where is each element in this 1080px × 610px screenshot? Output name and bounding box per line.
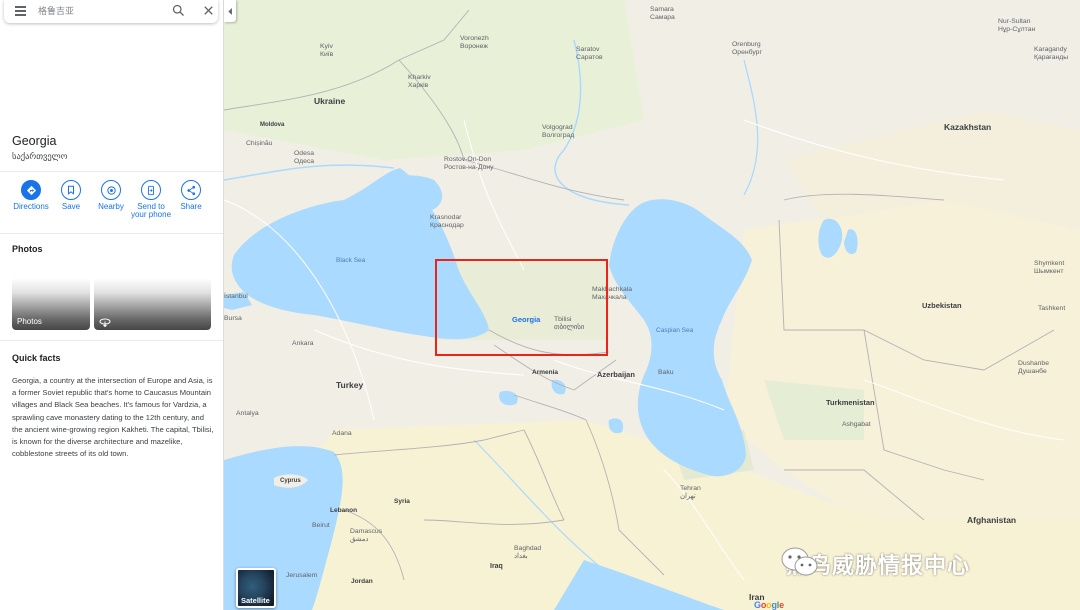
city-label-orenburg: Orenburg Оренбург [732,41,762,56]
city-label-damascus: Damascus دمشق [350,528,383,543]
city-label-jerusalem: Jerusalem [286,572,318,579]
quick-facts-heading: Quick facts [12,353,61,363]
city-label-karagandy: Karagandy Қарағанды [1034,46,1069,61]
city-label-tashkent: Tashkent [1038,305,1066,312]
sea-label-caspian-sea: Caspian Sea [656,327,694,334]
directions-icon [26,185,36,195]
city-label-bursa: Bursa [224,315,242,322]
place-native-name: საქართველო [12,151,68,161]
watermark: 黑鸟威胁情报中心 [780,546,970,582]
collapse-panel-button[interactable] [224,0,236,22]
city-label-krasnodar: Krasnodar Краснодар [430,214,464,229]
city-label-rostov-on-don: Rostov-On-Don Ростов-на-Дону [444,156,494,171]
city-label-voronezh: Voronezh Воронеж [460,35,489,50]
directions-label: Directions [13,202,49,211]
send-to-phone-label: Send to your phone [130,202,172,219]
bookmark-icon [68,185,74,195]
directions-button[interactable]: Directions [9,180,53,211]
country-label-jordan: Jordan [351,578,373,585]
divider [0,171,223,172]
satellite-toggle[interactable]: Satellite [236,568,276,608]
country-label-cyprus: Cyprus [280,478,301,484]
city-label-ankara: Ankara [292,340,314,347]
city-label-kyiv: Kyiv Київ [320,43,334,58]
city-label-baku: Baku [658,369,674,376]
city-label-dushanbe: Dushanbe Душанбе [1018,360,1049,375]
photos-heading: Photos [12,244,43,254]
side-panel: Georgia საქართველო Directions Save Nearb… [0,0,224,610]
quick-facts-text: Georgia, a country at the intersection o… [12,376,214,459]
country-label-iraq: Iraq [490,563,503,570]
share-label: Share [180,202,202,211]
save-button[interactable]: Save [49,180,93,211]
map-canvas[interactable]: Ukraine Kazakhstan Turkey Uzbekistan Tur… [224,0,1080,610]
lake-van [499,390,518,406]
nearby-label: Nearby [98,202,124,211]
country-label-ukraine: Ukraine [314,96,346,106]
country-label-armenia: Armenia [532,369,559,376]
city-label-ashgabat: Ashgabat [842,421,871,428]
city-label-nur-sultan: Nur-Sultan Нұр-Сұлтан [998,18,1036,33]
dnieper-river [224,164,395,181]
divider [0,340,223,341]
country-label-uzbekistan: Uzbekistan [922,301,962,310]
photo-360-icon [99,318,111,327]
divider [0,233,223,234]
city-label-antalya: Antalya [236,410,259,417]
photo-360-tile[interactable] [94,278,211,330]
city-label-samara: Samara Самара [650,6,675,21]
chevron-left-icon [227,7,232,15]
country-label-syria: Syria [394,498,410,505]
save-label: Save [61,202,81,211]
sea-label-black-sea: Black Sea [336,257,366,264]
search-icon[interactable] [171,3,186,18]
city-label-odesa: Odesa Одеса [294,150,315,165]
city-label-volgograd: Volgograd Волгоград [542,124,575,139]
country-label-moldova: Moldova [260,122,285,128]
country-label-afghanistan: Afghanistan [967,515,1017,525]
city-label-beirut: Beirut [312,522,330,529]
country-label-azerbaijan: Azerbaijan [597,370,635,379]
city-label-tehran: Tehran تهران [680,485,701,500]
search-input[interactable] [38,3,158,19]
nearby-icon [106,185,116,195]
send-to-phone-button[interactable]: Send to your phone [129,180,173,219]
highlight-rectangle [435,259,608,356]
nearby-button[interactable]: Nearby [89,180,133,211]
country-label-turkmenistan: Turkmenistan [826,398,875,407]
country-label-lebanon: Lebanon [330,507,358,514]
share-icon [186,185,195,195]
google-logo: Google [754,600,784,610]
city-label-kharkiv: Kharkiv Харків [408,74,431,89]
country-label-turkey: Turkey [336,380,364,390]
ural-river [743,59,759,196]
menu-icon[interactable] [14,4,28,18]
place-title: Georgia [12,134,57,148]
search-box [4,0,218,23]
city-label-saratov: Saratov Саратов [576,46,603,61]
share-button[interactable]: Share [169,180,213,211]
close-icon[interactable] [201,3,216,18]
send-to-phone-icon [148,185,154,195]
city-label-istanbul: İstanbul [224,293,248,300]
photo-tile[interactable]: Photos [12,278,90,330]
city-label-baghdad: Baghdad بغداد [514,545,542,560]
satellite-label: Satellite [241,596,270,605]
wechat-icon [781,547,818,576]
city-label-chisinau: Chișinău [246,140,273,147]
country-label-kazakhstan: Kazakhstan [944,122,992,132]
city-label-shymkent: Shymkent Шымкент [1034,260,1065,275]
city-label-adana: Adana [332,430,352,437]
photo-tile-label: Photos [17,317,42,326]
